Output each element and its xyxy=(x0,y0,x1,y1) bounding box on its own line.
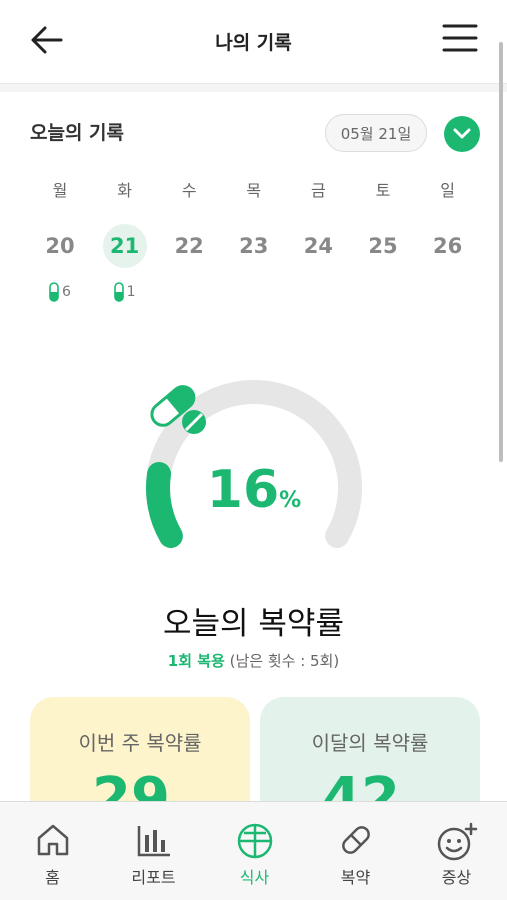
weekly-adherence-label: 이번 주 복약률 xyxy=(78,731,202,755)
gauge-percent: 16% xyxy=(144,460,364,520)
pill-count: 6 xyxy=(28,282,92,302)
remaining-count: (남은 횟수 : 5회) xyxy=(229,652,340,670)
day-number[interactable]: 26 xyxy=(426,224,470,268)
nav-item-meal[interactable]: 식사 xyxy=(204,802,305,900)
capsule-icon xyxy=(113,282,124,302)
day-number[interactable]: 23 xyxy=(232,224,276,268)
nav-label: 증상 xyxy=(441,868,472,887)
page-title: 나의 기록 xyxy=(215,32,292,54)
day-column[interactable]: 일 26 xyxy=(416,176,480,268)
pill-count-value: 6 xyxy=(62,284,71,300)
day-column[interactable]: 금 24 xyxy=(286,176,350,268)
weekday-label: 금 xyxy=(311,181,326,200)
nav-label: 홈 xyxy=(45,868,60,887)
day-number[interactable]: 22 xyxy=(167,224,211,268)
day-number[interactable]: 24 xyxy=(296,224,340,268)
pill-count: 1 xyxy=(93,282,157,302)
capsule-icon xyxy=(49,282,59,302)
day-number[interactable]: 21 xyxy=(102,224,147,268)
hamburger-menu-icon xyxy=(442,24,478,52)
day-column[interactable]: 월 20 6 xyxy=(28,176,92,302)
nav-item-report[interactable]: 리포트 xyxy=(103,802,204,900)
pill-illustration-icon xyxy=(150,385,206,434)
bottom-navigation: 홈 리포트 식사 복약 증상 xyxy=(0,801,507,900)
weekday-label: 화 xyxy=(117,181,132,200)
adherence-subtitle: 1회 복용 (남은 횟수 : 5회) xyxy=(0,650,507,671)
weekday-label: 일 xyxy=(440,181,455,200)
day-column[interactable]: 화 21 1 xyxy=(93,176,157,302)
taken-count: 1회 복용 xyxy=(167,652,225,670)
monthly-adherence-label: 이달의 복약률 xyxy=(311,731,429,755)
section-title: 오늘의 기록 xyxy=(30,122,125,144)
nav-item-symptom[interactable]: 증상 xyxy=(406,802,507,900)
day-column[interactable]: 수 22 xyxy=(157,176,221,268)
week-calendar: 월 20 6 화 21 1 수 22 목 23 금 24 토 25 일 26 xyxy=(28,176,480,306)
day-column[interactable]: 목 23 xyxy=(222,176,286,268)
header-divider xyxy=(0,84,507,92)
nav-item-medication[interactable]: 복약 xyxy=(305,802,406,900)
nav-label: 식사 xyxy=(239,868,270,887)
bar-chart-icon xyxy=(137,826,170,857)
smiley-plus-icon xyxy=(437,822,477,861)
adherence-gauge: 16% xyxy=(144,380,364,590)
gauge-value: 16 xyxy=(206,460,280,520)
pill-icon xyxy=(341,826,370,854)
home-icon xyxy=(37,824,68,856)
chevron-down-icon xyxy=(453,128,471,139)
date-selector[interactable]: 05월 21일 xyxy=(325,114,427,152)
nav-label: 리포트 xyxy=(131,868,176,887)
nav-item-home[interactable]: 홈 xyxy=(2,802,103,900)
expand-calendar-button[interactable] xyxy=(444,116,480,152)
weekday-label: 수 xyxy=(181,181,197,200)
adherence-title: 오늘의 복약률 xyxy=(163,606,344,642)
weekday-label: 월 xyxy=(52,181,68,200)
day-column[interactable]: 토 25 xyxy=(351,176,415,268)
gauge-unit: % xyxy=(279,488,302,513)
app-header: 나의 기록 xyxy=(0,0,507,84)
day-number[interactable]: 25 xyxy=(361,224,405,268)
weekday-label: 목 xyxy=(246,181,262,200)
day-number[interactable]: 20 xyxy=(38,224,82,268)
scrollbar[interactable] xyxy=(499,42,503,462)
pill-count-value: 1 xyxy=(126,284,136,300)
menu-button[interactable] xyxy=(440,20,480,56)
meal-icon xyxy=(237,823,272,859)
weekday-label: 토 xyxy=(375,181,391,200)
nav-label: 복약 xyxy=(340,868,371,887)
